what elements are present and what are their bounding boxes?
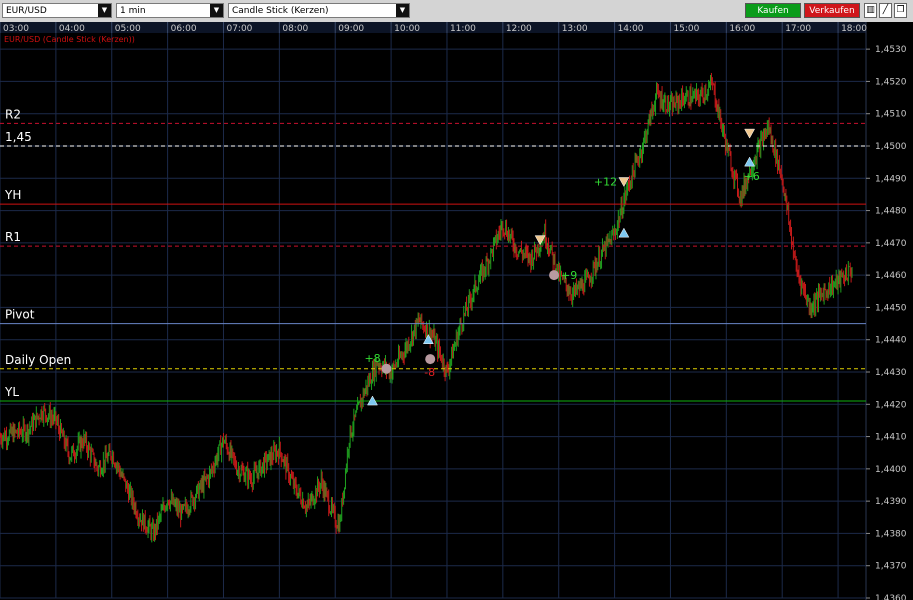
symbol-select[interactable]: EUR/USD ▼ — [2, 3, 112, 18]
trade-label: +8 — [364, 352, 380, 365]
y-tick-label: 1,4390 — [875, 497, 907, 507]
exit-dot — [549, 270, 560, 281]
bar-chart-icon[interactable]: ▥ — [864, 3, 877, 18]
chevron-down-icon[interactable]: ▼ — [210, 4, 223, 17]
chart-type-value: Candle Stick (Kerzen) — [232, 6, 329, 16]
y-tick-label: 1,4530 — [875, 45, 907, 55]
x-tick-label: 04:00 — [59, 24, 85, 34]
y-tick-label: 1,4440 — [875, 336, 907, 346]
y-tick-label: 1,4470 — [875, 239, 907, 249]
x-tick-label: 13:00 — [562, 24, 588, 34]
draw-line-icon[interactable]: ╱ — [879, 3, 892, 18]
exit-dot — [381, 363, 392, 374]
x-tick-label: 05:00 — [115, 24, 141, 34]
interval-select[interactable]: 1 min ▼ — [116, 3, 224, 18]
x-tick-label: 11:00 — [450, 24, 476, 34]
y-tick-label: 1,4420 — [875, 400, 907, 410]
y-tick-label: 1,4510 — [875, 110, 907, 120]
level-label: Daily Open — [5, 353, 71, 367]
y-tick-label: 1,4410 — [875, 433, 907, 443]
level-label: Pivot — [5, 308, 35, 322]
level-label: YL — [4, 385, 19, 399]
chevron-down-icon[interactable]: ▼ — [98, 4, 111, 17]
chevron-down-icon[interactable]: ▼ — [396, 4, 409, 17]
y-tick-label: 1,4490 — [875, 174, 907, 184]
trade-label: +12 — [594, 176, 617, 189]
y-tick-label: 1,4380 — [875, 529, 907, 539]
x-tick-label: 16:00 — [729, 24, 755, 34]
x-tick-label: 08:00 — [282, 24, 308, 34]
y-tick-label: 1,4480 — [875, 207, 907, 217]
x-tick-label: 14:00 — [618, 24, 644, 34]
y-tick-label: 1,4460 — [875, 271, 907, 281]
level-label: R2 — [5, 107, 21, 121]
level-label: 1,45 — [5, 130, 32, 144]
interval-value: 1 min — [120, 6, 146, 16]
x-tick-label: 06:00 — [171, 24, 197, 34]
y-tick-label: 1,4520 — [875, 77, 907, 87]
y-tick-label: 1,4430 — [875, 368, 907, 378]
chart-title: EUR/USD (Candle Stick (Kerzen)) — [4, 35, 135, 44]
chart-type-select[interactable]: Candle Stick (Kerzen) ▼ — [228, 3, 410, 18]
y-tick-label: 1,4370 — [875, 562, 907, 572]
trade-label: +9 — [561, 269, 577, 282]
y-tick-label: 1,4400 — [875, 465, 907, 475]
y-tick-label: 1,4500 — [875, 142, 907, 152]
x-tick-label: 12:00 — [506, 24, 532, 34]
candlestick-chart[interactable]: R21,45YHR1PivotDaily OpenYL +8-8+9+12 +6 … — [0, 22, 913, 600]
x-tick-label: 09:00 — [338, 24, 364, 34]
y-tick-label: 1,4360 — [875, 594, 907, 600]
buy-button[interactable]: Kaufen — [745, 3, 801, 18]
toolbar: EUR/USD ▼ 1 min ▼ Candle Stick (Kerzen) … — [0, 0, 913, 23]
x-tick-label: 18:00 — [841, 24, 867, 34]
x-tick-label: 07:00 — [226, 24, 252, 34]
window-icon[interactable]: ❐ — [894, 3, 907, 18]
trade-label: +6 — [744, 170, 760, 183]
level-label: R1 — [5, 230, 21, 244]
trade-label: -8 — [424, 366, 435, 379]
y-tick-label: 1,4450 — [875, 303, 907, 313]
exit-dot — [425, 354, 436, 365]
symbol-value: EUR/USD — [6, 6, 47, 16]
sell-button[interactable]: Verkaufen — [804, 3, 860, 18]
x-tick-label: 15:00 — [673, 24, 699, 34]
x-tick-label: 03:00 — [3, 24, 29, 34]
x-tick-label: 10:00 — [394, 24, 420, 34]
level-label: YH — [4, 188, 21, 202]
x-tick-label: 17:00 — [785, 24, 811, 34]
